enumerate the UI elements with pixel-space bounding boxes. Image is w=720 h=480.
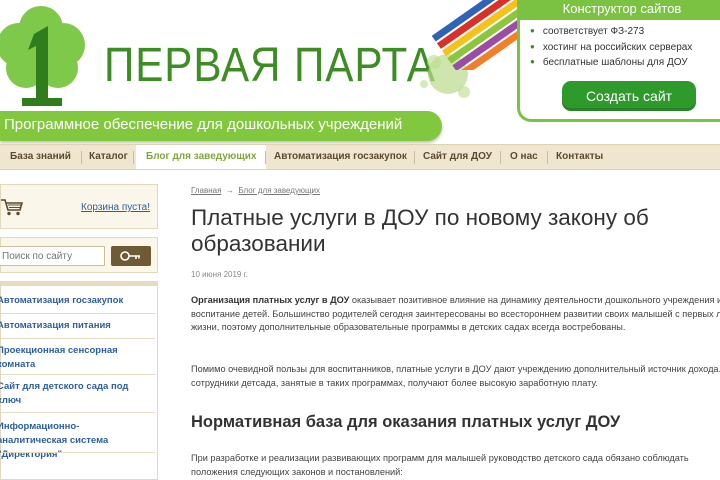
menu-divider <box>1 338 155 339</box>
nav-divider <box>547 151 548 164</box>
nav-item-contacts[interactable]: Контакты <box>556 145 603 169</box>
breadcrumb-arrow: → <box>225 186 234 195</box>
menu-divider <box>1 374 155 375</box>
search-input[interactable] <box>0 246 105 266</box>
search-box <box>0 237 158 273</box>
breadcrumb-home-link[interactable]: Главная <box>191 186 221 195</box>
cart-link[interactable]: Корзина пуста! <box>81 202 150 213</box>
key-icon <box>120 251 140 261</box>
sidebar-item-procurement[interactable]: Автоматизация госзакупок <box>0 294 151 308</box>
tagline: Программное обеспечение для дошкольных у… <box>4 116 403 133</box>
logo-text[interactable]: ПЕРВАЯ ПАРТА <box>104 38 436 93</box>
nav-item-dou-site[interactable]: Сайт для ДОУ <box>423 145 492 169</box>
promo-item: бесплатные шаблоны для ДОУ <box>530 55 692 71</box>
nav-item-procurement[interactable]: Автоматизация госзакупок <box>274 145 407 169</box>
nav-divider <box>265 151 266 164</box>
promo-item: хостинг на российских серверах <box>530 40 692 56</box>
menu-divider <box>1 452 155 453</box>
shopping-cart-icon[interactable] <box>1 197 23 217</box>
promo-title: Конструктор сайтов <box>520 0 720 20</box>
section-heading: Нормативная база для оказания платных ус… <box>191 413 621 431</box>
nav-divider <box>500 151 501 164</box>
article-paragraph: Организация платных услуг в ДОУ оказывае… <box>191 294 720 335</box>
article-paragraph: При разработке и реализации развивающих … <box>191 453 689 477</box>
site-header: ПЕРВАЯ ПАРТА Программное обеспечение для… <box>0 0 720 144</box>
sidebar-item-nutrition[interactable]: Автоматизация питания <box>0 319 151 333</box>
article-paragraph: Помимо очевидной пользы для воспитаннико… <box>191 364 720 388</box>
breadcrumb: Главная → Блог для заведующих <box>191 186 320 195</box>
site-builder-promo: Конструктор сайтов соответствует ФЗ-273 … <box>517 0 720 122</box>
nav-item-knowledge-base[interactable]: База знаний <box>10 145 71 169</box>
publish-date: 10 июня 2019 г. <box>191 270 248 279</box>
cart-box: Корзина пуста! <box>0 184 158 229</box>
nav-divider <box>81 151 82 164</box>
menu-divider <box>1 313 155 314</box>
page-title: Платные услуги в ДОУ по новому закону об… <box>191 205 649 256</box>
colored-pencils-icon <box>431 0 530 70</box>
article-bold-lead: Организация платных услуг в ДОУ <box>191 295 350 305</box>
sidebar-item-directoriya[interactable]: Информационно-аналитическая система "Дир… <box>0 420 149 462</box>
tree-logo-icon[interactable] <box>0 0 96 112</box>
main-nav: База знаний Каталог Блог для заведующих … <box>0 144 720 170</box>
breadcrumb-blog-link[interactable]: Блог для заведующих <box>238 186 320 195</box>
nav-item-about[interactable]: О нас <box>510 145 538 169</box>
create-site-button[interactable]: Создать сайт <box>562 81 696 111</box>
sidebar-item-turnkey-site[interactable]: Сайт для детского сада под ключ <box>0 380 129 408</box>
search-button[interactable] <box>111 246 151 266</box>
nav-divider <box>133 151 134 164</box>
promo-list: соответствует ФЗ-273 хостинг на российск… <box>530 24 692 71</box>
nav-item-catalog[interactable]: Каталог <box>89 145 128 169</box>
nav-item-blog[interactable]: Блог для заведующих <box>136 145 267 169</box>
promo-item: соответствует ФЗ-273 <box>530 24 692 40</box>
sidebar-menu: Автоматизация госзакупок Автоматизация п… <box>0 281 158 480</box>
menu-divider <box>1 412 155 413</box>
sidebar-item-sensory-room[interactable]: Проекционная сенсорная комната <box>0 344 119 372</box>
nav-divider <box>414 151 415 164</box>
